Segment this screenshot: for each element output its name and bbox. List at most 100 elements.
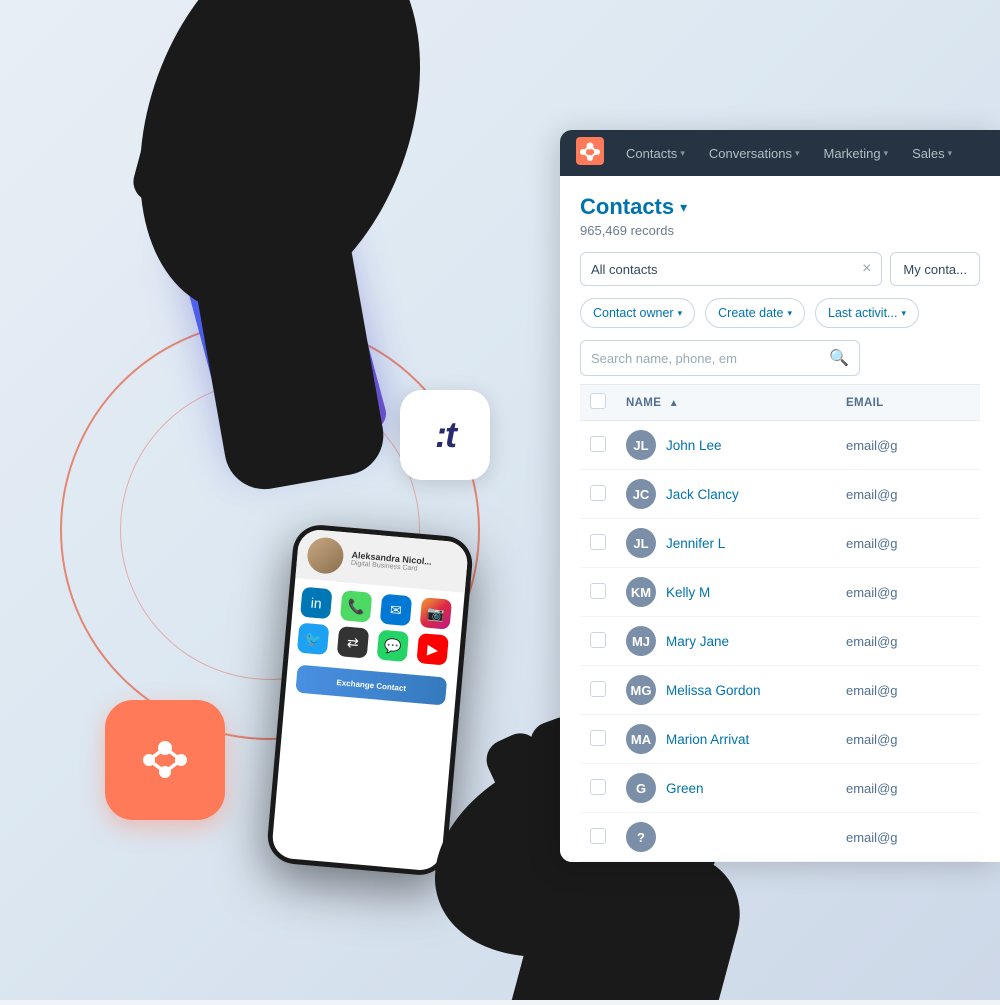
table-row: KMKelly M email@g xyxy=(580,568,980,617)
contact-name-cell: GGreen xyxy=(616,764,836,813)
row-checkbox-cell xyxy=(580,421,616,470)
crm-title-dropdown-icon[interactable]: ▾ xyxy=(680,199,687,216)
tapni-badge-text: :t xyxy=(435,414,455,456)
nav-sales[interactable]: Sales ▾ xyxy=(902,142,962,165)
contact-name-cell: JL Jennifer L xyxy=(616,519,836,568)
row-checkbox[interactable] xyxy=(590,436,606,452)
phone-apps-grid: in 📞 ✉ 📷 🐦 ⇄ 💬 ▶ xyxy=(288,578,464,675)
crm-subtitle: 965,469 records xyxy=(580,223,980,238)
contact-email-cell: email@g xyxy=(836,666,980,715)
search-input-box[interactable]: Search name, phone, em 🔍 xyxy=(580,340,860,376)
contact-name-text[interactable]: Marion Arrivat xyxy=(666,732,749,747)
all-contacts-pill[interactable]: All contacts × xyxy=(580,252,882,286)
table-row: JCJack Clancy email@g xyxy=(580,470,980,519)
my-contacts-btn[interactable]: My conta... xyxy=(890,252,980,286)
hubspot-badge xyxy=(105,700,225,820)
contact-email-text: email@g xyxy=(846,732,898,747)
contact-name-text[interactable]: Melissa Gordon xyxy=(666,683,761,698)
clear-search-icon[interactable]: × xyxy=(862,260,871,278)
search-row: All contacts × My conta... xyxy=(580,252,980,286)
table-row: MA Marion Arrivat email@g xyxy=(580,715,980,764)
all-contacts-pill-text: All contacts xyxy=(591,262,657,277)
instagram-app-icon: 📷 xyxy=(420,597,453,630)
contact-name-text[interactable]: Kelly M xyxy=(666,585,710,600)
filter-owner-chevron: ▾ xyxy=(678,308,683,319)
contact-email-cell: email@g xyxy=(836,617,980,666)
contact-avatar: JL xyxy=(626,528,656,558)
contact-email-text: email@g xyxy=(846,487,898,502)
filter-contact-owner[interactable]: Contact owner ▾ xyxy=(580,298,695,328)
select-all-checkbox[interactable] xyxy=(590,393,606,409)
row-checkbox[interactable] xyxy=(590,583,606,599)
contact-name-cell: JCJack Clancy xyxy=(616,470,836,519)
search-placeholder-text: Search name, phone, em xyxy=(591,351,737,366)
contacts-tbody: JLJohn Leeemail@gJCJack Clancyemail@gJLJ… xyxy=(580,421,980,862)
row-checkbox-cell xyxy=(580,470,616,519)
hubspot-nav-logo xyxy=(576,137,604,170)
contact-email-cell: email@g xyxy=(836,764,980,813)
contact-name-text[interactable]: Jennifer L xyxy=(666,536,725,551)
table-row: MJ Mary Jane email@g xyxy=(580,617,980,666)
contact-name-cell: MJ Mary Jane xyxy=(616,617,836,666)
tapni-badge: :t xyxy=(400,390,490,480)
contact-email-cell: email@g xyxy=(836,715,980,764)
filter-date-chevron: ▾ xyxy=(787,308,792,319)
nav-marketing[interactable]: Marketing ▾ xyxy=(813,142,898,165)
table-header: NAME ▲ EMAIL xyxy=(580,385,980,421)
contact-email-cell: email@g xyxy=(836,421,980,470)
row-checkbox-cell xyxy=(580,813,616,862)
exchange-app-icon: ⇄ xyxy=(337,626,370,659)
filter-create-date[interactable]: Create date ▾ xyxy=(705,298,805,328)
nav-contacts-chevron: ▾ xyxy=(680,148,685,159)
row-checkbox[interactable] xyxy=(590,534,606,550)
filter-row: Contact owner ▾ Create date ▾ Last activ… xyxy=(580,298,980,328)
contact-email-text: email@g xyxy=(846,536,898,551)
contact-email-cell: email@g xyxy=(836,813,980,862)
row-checkbox[interactable] xyxy=(590,681,606,697)
contact-avatar: ? xyxy=(626,822,656,852)
contact-email-cell: email@g xyxy=(836,470,980,519)
row-checkbox-cell xyxy=(580,764,616,813)
phone-contact-info: Aleksandra Nicol... Digital Business Car… xyxy=(351,549,433,573)
table-row: MG Melissa Gordon email@g xyxy=(580,666,980,715)
phone-avatar xyxy=(306,536,345,575)
contact-name-cell: JLJohn Lee xyxy=(616,421,836,470)
nav-contacts[interactable]: Contacts ▾ xyxy=(616,142,695,165)
filter-activity-chevron: ▾ xyxy=(901,308,906,319)
contact-name-cell: ? xyxy=(616,813,836,862)
linkedin-app-icon: in xyxy=(300,587,333,620)
th-select-all[interactable] xyxy=(580,385,616,421)
row-checkbox[interactable] xyxy=(590,779,606,795)
contact-name-cell: KMKelly M xyxy=(616,568,836,617)
search-box-row: Search name, phone, em 🔍 xyxy=(580,340,980,376)
contact-name-cell: MA Marion Arrivat xyxy=(616,715,836,764)
contact-name-text[interactable]: Green xyxy=(666,781,704,796)
row-checkbox[interactable] xyxy=(590,632,606,648)
row-checkbox[interactable] xyxy=(590,485,606,501)
twitter-app-icon: 🐦 xyxy=(297,623,330,656)
row-checkbox[interactable] xyxy=(590,828,606,844)
contact-email-text: email@g xyxy=(846,585,898,600)
crm-panel: Contacts ▾ Conversations ▾ Marketing ▾ S… xyxy=(560,130,1000,862)
crm-content: Contacts ▾ 965,469 records All contacts … xyxy=(560,176,1000,862)
row-checkbox-cell xyxy=(580,666,616,715)
contact-avatar: MG xyxy=(626,675,656,705)
filter-last-activity[interactable]: Last activit... ▾ xyxy=(815,298,919,328)
contact-avatar: MJ xyxy=(626,626,656,656)
contact-email-cell: email@g xyxy=(836,519,980,568)
crm-nav: Contacts ▾ Conversations ▾ Marketing ▾ S… xyxy=(560,130,1000,176)
th-email[interactable]: EMAIL xyxy=(836,385,980,421)
row-checkbox-cell xyxy=(580,519,616,568)
contact-email-text: email@g xyxy=(846,634,898,649)
contact-name-text[interactable]: John Lee xyxy=(666,438,722,453)
nav-conversations[interactable]: Conversations ▾ xyxy=(699,142,810,165)
th-name[interactable]: NAME ▲ xyxy=(616,385,836,421)
phone-mockup: Aleksandra Nicol... Digital Business Car… xyxy=(266,523,475,877)
search-submit-icon[interactable]: 🔍 xyxy=(829,348,849,368)
contact-name-text[interactable]: Mary Jane xyxy=(666,634,729,649)
contact-email-cell: email@g xyxy=(836,568,980,617)
row-checkbox[interactable] xyxy=(590,730,606,746)
contact-avatar: MA xyxy=(626,724,656,754)
contact-name-text[interactable]: Jack Clancy xyxy=(666,487,739,502)
crm-title-row: Contacts ▾ xyxy=(580,194,980,220)
